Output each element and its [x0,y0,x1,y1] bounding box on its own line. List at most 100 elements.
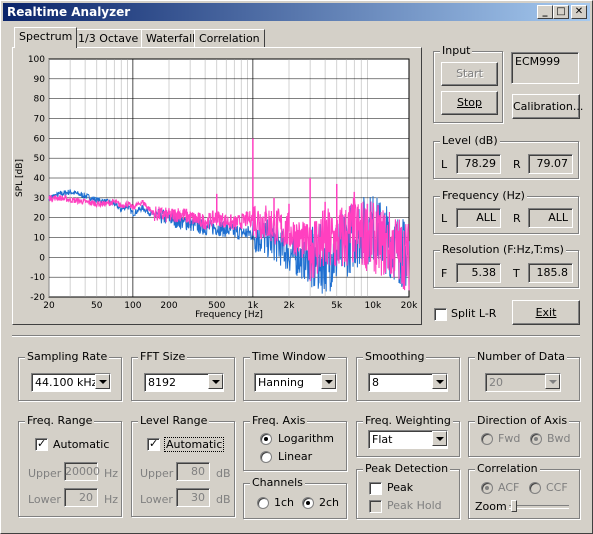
channels-label: Channels [250,476,305,489]
channels-1ch-radio[interactable] [257,497,269,509]
start-button[interactable]: Start [441,62,498,86]
zoom-slider-thumb[interactable] [511,500,517,512]
freq-axis-group: Freq. Axis [243,414,347,471]
smoothing-value: 8 [372,376,379,389]
freq-range-label: Freq. Range [25,414,95,427]
y-tick-label: 60 [34,134,46,144]
input-device-display: ECM999 [511,52,579,84]
zoom-slider-track[interactable] [509,505,569,509]
time-window-select[interactable]: Hanning [254,373,337,392]
fft-size-label: FFT Size [138,350,188,363]
exit-label: Exit [535,306,557,319]
correlation-label: Correlation [475,462,540,475]
number-of-data-select[interactable]: 20 [485,373,561,392]
level-range-automatic-label: Automatic [164,437,225,452]
y-tick-label: 50 [34,154,46,164]
close-button[interactable]: ✕ [571,5,587,19]
peak-hold-checkbox[interactable] [369,500,382,513]
tab-label: Correlation [199,32,260,45]
direction-bwd-label: Bwd [547,432,571,445]
y-tick-label: 10 [34,234,46,244]
time-window-label: Time Window [250,350,328,363]
chevron-down-icon[interactable] [545,374,560,389]
freq-weighting-select[interactable]: Flat [368,430,448,449]
freq-range-lower-field[interactable]: 20 [64,488,98,507]
split-lr-label: Split L-R [451,307,497,320]
tab-label: Spectrum [19,30,73,43]
y-tick-label: 0 [39,253,45,263]
chevron-down-icon[interactable] [208,374,223,389]
chevron-down-icon[interactable] [95,374,110,389]
chevron-down-icon[interactable] [432,374,447,389]
channels-2ch-label: 2ch [319,496,340,509]
freq-axis-logarithm-label: Logarithm [278,432,334,445]
y-tick-label: 80 [34,95,46,105]
stop-button[interactable]: Stop [441,91,498,115]
freq-range-automatic-checkbox[interactable]: ✓ [35,437,48,451]
direction-bwd-radio[interactable] [530,433,542,445]
maximize-button[interactable]: □ [553,5,569,19]
direction-fwd-label: Fwd [498,432,521,445]
freq-weighting-label: Freq. Weighting [363,414,453,427]
y-tick-label: -10 [30,273,45,283]
checkmark-icon: ✓ [149,437,159,450]
smoothing-label: Smoothing [363,350,427,363]
input-device-name: ECM999 [515,55,561,68]
y-axis-label: SPL [dB] [15,159,25,197]
freq-range-upper-field[interactable]: 20000 [64,462,100,481]
exit-button[interactable]: Exit [512,300,580,325]
tab-waterfall[interactable]: Waterfall [141,29,201,47]
freq-range-lower-unit: Hz [104,493,119,506]
level-range-lower-field[interactable]: 30 [176,488,210,507]
tab-label: Waterfall [146,32,196,45]
level-l-label: L [441,158,448,171]
channels-2ch-radio[interactable] [302,497,314,509]
sampling-rate-select[interactable]: 44.100 kHz [31,373,111,392]
resolution-t-value: 185.8 [528,263,573,283]
freq-range-upper-unit: Hz [104,467,119,480]
level-range-label: Level Range [138,414,210,427]
start-label: Start [456,67,483,80]
input-group-label: Input [440,44,473,57]
level-range-automatic-checkbox[interactable]: ✓ [147,437,160,451]
peak-label: Peak [387,481,414,494]
direction-fwd-radio[interactable] [481,433,493,445]
calibration-button[interactable]: Calibration... [512,94,583,119]
checkmark-icon: ✓ [37,437,47,450]
frequency-r-value: ALL [528,208,573,228]
smoothing-select[interactable]: 8 [368,373,448,392]
correlation-ccf-radio[interactable] [529,482,541,494]
channels-1ch-label: 1ch [274,496,295,509]
chevron-down-icon[interactable] [432,431,447,446]
tab-spectrum[interactable]: Spectrum [14,27,78,48]
y-tick-label: 20 [34,214,46,224]
level-r-value: 79.07 [528,154,573,174]
x-tick-label: 20 [43,301,55,311]
level-range-upper-field[interactable]: 80 [176,462,210,481]
peak-checkbox[interactable] [369,482,382,495]
tab-correlation[interactable]: Correlation [194,29,265,47]
frequency-r-label: R [513,212,521,225]
zoom-label: Zoom [475,500,507,513]
split-lr-checkbox[interactable] [434,308,447,321]
x-tick-label: 50 [91,301,103,311]
x-tick-label: 200 [160,301,177,311]
correlation-acf-radio[interactable] [481,482,493,494]
peak-detection-label: Peak Detection [363,462,451,475]
fft-size-select[interactable]: 8192 [144,373,224,392]
resolution-group-label: Resolution (F:Hz,T:ms) [440,243,566,256]
level-range-lower-unit: dB [216,493,231,506]
tab-one-third-octave[interactable]: 1/3 Octave [73,29,144,47]
correlation-acf-label: ACF [498,481,520,494]
freq-axis-linear-radio[interactable] [260,451,272,463]
level-range-upper-unit: dB [216,467,231,480]
number-of-data-value: 20 [489,376,503,389]
title-bar[interactable]: Realtime Analyzer _ □ ✕ [3,3,590,21]
minimize-button[interactable]: _ [537,5,553,19]
chevron-down-icon[interactable] [321,374,336,389]
freq-axis-linear-label: Linear [278,450,313,463]
sampling-rate-label: Sampling Rate [25,350,110,363]
number-of-data-label: Number of Data [475,350,568,363]
level-range-upper-label: Upper [140,467,174,480]
freq-axis-logarithm-radio[interactable] [260,433,272,445]
